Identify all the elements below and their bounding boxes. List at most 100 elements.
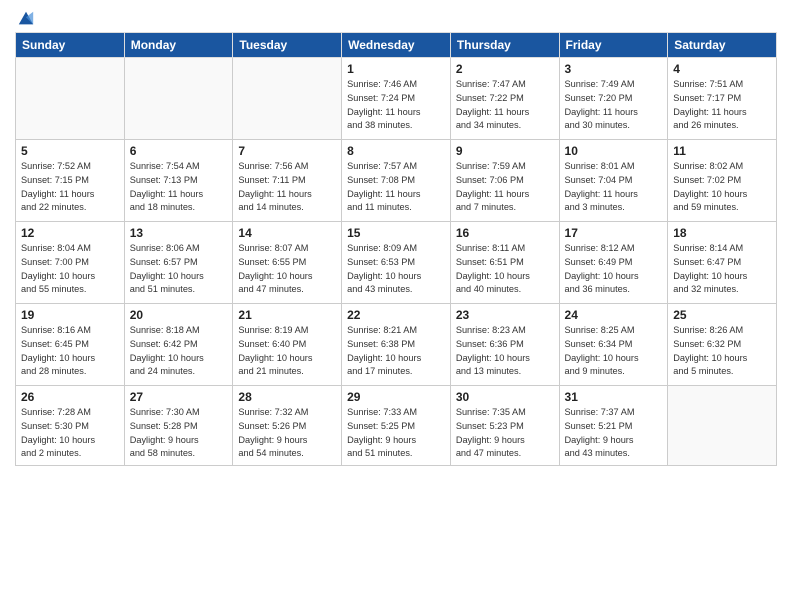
day-info: Sunrise: 7:52 AMSunset: 7:15 PMDaylight:… [21, 160, 119, 215]
day-info: Sunrise: 7:35 AMSunset: 5:23 PMDaylight:… [456, 406, 554, 461]
day-number: 21 [238, 308, 336, 322]
weekday-header-row: SundayMondayTuesdayWednesdayThursdayFrid… [16, 33, 777, 58]
day-info: Sunrise: 8:09 AMSunset: 6:53 PMDaylight:… [347, 242, 445, 297]
week-row-3: 12 Sunrise: 8:04 AMSunset: 7:00 PMDayligh… [16, 222, 777, 304]
day-info: Sunrise: 7:59 AMSunset: 7:06 PMDaylight:… [456, 160, 554, 215]
day-number: 3 [565, 62, 663, 76]
week-row-1: 1Sunrise: 7:46 AMSunset: 7:24 PMDaylight… [16, 58, 777, 140]
day-info: Sunrise: 7:47 AMSunset: 7:22 PMDaylight:… [456, 78, 554, 133]
weekday-header-saturday: Saturday [668, 33, 777, 58]
day-number: 1 [347, 62, 445, 76]
day-info: Sunrise: 8:18 AMSunset: 6:42 PMDaylight:… [130, 324, 228, 379]
day-number: 19 [21, 308, 119, 322]
day-info: Sunrise: 8:25 AMSunset: 6:34 PMDaylight:… [565, 324, 663, 379]
logo-icon [17, 10, 35, 28]
header [15, 10, 777, 24]
calendar-cell: 1Sunrise: 7:46 AMSunset: 7:24 PMDaylight… [342, 58, 451, 140]
day-info: Sunrise: 8:19 AMSunset: 6:40 PMDaylight:… [238, 324, 336, 379]
day-info: Sunrise: 8:07 AMSunset: 6:55 PMDaylight:… [238, 242, 336, 297]
calendar-cell: 5 Sunrise: 7:52 AMSunset: 7:15 PMDaylight… [16, 140, 125, 222]
calendar-cell: 21 Sunrise: 8:19 AMSunset: 6:40 PMDayligh… [233, 304, 342, 386]
day-info: Sunrise: 8:14 AMSunset: 6:47 PMDaylight:… [673, 242, 771, 297]
day-info: Sunrise: 7:51 AMSunset: 7:17 PMDaylight:… [673, 78, 771, 133]
day-number: 17 [565, 226, 663, 240]
week-row-2: 5 Sunrise: 7:52 AMSunset: 7:15 PMDaylight… [16, 140, 777, 222]
calendar-cell: 25Sunrise: 8:26 AMSunset: 6:32 PMDayligh… [668, 304, 777, 386]
calendar-cell: 2Sunrise: 7:47 AMSunset: 7:22 PMDaylight… [450, 58, 559, 140]
calendar-cell [124, 58, 233, 140]
day-info: Sunrise: 7:30 AMSunset: 5:28 PMDaylight:… [130, 406, 228, 461]
calendar: SundayMondayTuesdayWednesdayThursdayFrid… [15, 32, 777, 466]
calendar-cell: 26 Sunrise: 7:28 AMSunset: 5:30 PMDayligh… [16, 386, 125, 466]
weekday-header-sunday: Sunday [16, 33, 125, 58]
day-number: 11 [673, 144, 771, 158]
calendar-cell [668, 386, 777, 466]
day-number: 27 [130, 390, 228, 404]
calendar-cell: 10 Sunrise: 8:01 AMSunset: 7:04 PMDayligh… [559, 140, 668, 222]
calendar-cell: 13 Sunrise: 8:06 AMSunset: 6:57 PMDayligh… [124, 222, 233, 304]
day-info: Sunrise: 7:54 AMSunset: 7:13 PMDaylight:… [130, 160, 228, 215]
day-number: 30 [456, 390, 554, 404]
calendar-cell: 23Sunrise: 8:23 AMSunset: 6:36 PMDayligh… [450, 304, 559, 386]
calendar-cell [16, 58, 125, 140]
day-number: 5 [21, 144, 119, 158]
day-number: 10 [565, 144, 663, 158]
day-info: Sunrise: 7:37 AMSunset: 5:21 PMDaylight:… [565, 406, 663, 461]
calendar-cell: 18 Sunrise: 8:14 AMSunset: 6:47 PMDayligh… [668, 222, 777, 304]
calendar-cell: 3 Sunrise: 7:49 AMSunset: 7:20 PMDaylight… [559, 58, 668, 140]
day-info: Sunrise: 8:16 AMSunset: 6:45 PMDaylight:… [21, 324, 119, 379]
day-number: 26 [21, 390, 119, 404]
day-number: 22 [347, 308, 445, 322]
calendar-cell: 19 Sunrise: 8:16 AMSunset: 6:45 PMDayligh… [16, 304, 125, 386]
day-number: 14 [238, 226, 336, 240]
calendar-cell: 17 Sunrise: 8:12 AMSunset: 6:49 PMDayligh… [559, 222, 668, 304]
day-info: Sunrise: 8:11 AMSunset: 6:51 PMDaylight:… [456, 242, 554, 297]
logo [15, 10, 35, 24]
calendar-cell: 12 Sunrise: 8:04 AMSunset: 7:00 PMDayligh… [16, 222, 125, 304]
day-info: Sunrise: 8:02 AMSunset: 7:02 PMDaylight:… [673, 160, 771, 215]
calendar-cell: 28Sunrise: 7:32 AMSunset: 5:26 PMDayligh… [233, 386, 342, 466]
day-number: 13 [130, 226, 228, 240]
day-number: 18 [673, 226, 771, 240]
calendar-cell: 29 Sunrise: 7:33 AMSunset: 5:25 PMDayligh… [342, 386, 451, 466]
weekday-header-wednesday: Wednesday [342, 33, 451, 58]
weekday-header-thursday: Thursday [450, 33, 559, 58]
day-info: Sunrise: 7:49 AMSunset: 7:20 PMDaylight:… [565, 78, 663, 133]
day-number: 29 [347, 390, 445, 404]
weekday-header-tuesday: Tuesday [233, 33, 342, 58]
day-number: 12 [21, 226, 119, 240]
calendar-cell: 11 Sunrise: 8:02 AMSunset: 7:02 PMDayligh… [668, 140, 777, 222]
calendar-cell: 7Sunrise: 7:56 AMSunset: 7:11 PMDaylight… [233, 140, 342, 222]
calendar-cell: 15 Sunrise: 8:09 AMSunset: 6:53 PMDayligh… [342, 222, 451, 304]
day-info: Sunrise: 7:57 AMSunset: 7:08 PMDaylight:… [347, 160, 445, 215]
calendar-cell: 31 Sunrise: 7:37 AMSunset: 5:21 PMDayligh… [559, 386, 668, 466]
day-number: 25 [673, 308, 771, 322]
calendar-cell: 30 Sunrise: 7:35 AMSunset: 5:23 PMDayligh… [450, 386, 559, 466]
day-info: Sunrise: 8:01 AMSunset: 7:04 PMDaylight:… [565, 160, 663, 215]
calendar-cell: 24 Sunrise: 8:25 AMSunset: 6:34 PMDayligh… [559, 304, 668, 386]
day-number: 8 [347, 144, 445, 158]
day-number: 7 [238, 144, 336, 158]
week-row-5: 26 Sunrise: 7:28 AMSunset: 5:30 PMDayligh… [16, 386, 777, 466]
day-info: Sunrise: 8:21 AMSunset: 6:38 PMDaylight:… [347, 324, 445, 379]
calendar-cell: 20 Sunrise: 8:18 AMSunset: 6:42 PMDayligh… [124, 304, 233, 386]
day-number: 31 [565, 390, 663, 404]
day-info: Sunrise: 7:33 AMSunset: 5:25 PMDaylight:… [347, 406, 445, 461]
calendar-cell: 6Sunrise: 7:54 AMSunset: 7:13 PMDaylight… [124, 140, 233, 222]
day-number: 4 [673, 62, 771, 76]
weekday-header-friday: Friday [559, 33, 668, 58]
day-number: 15 [347, 226, 445, 240]
day-info: Sunrise: 7:32 AMSunset: 5:26 PMDaylight:… [238, 406, 336, 461]
calendar-cell [233, 58, 342, 140]
calendar-cell: 16Sunrise: 8:11 AMSunset: 6:51 PMDayligh… [450, 222, 559, 304]
calendar-cell: 27 Sunrise: 7:30 AMSunset: 5:28 PMDayligh… [124, 386, 233, 466]
day-number: 9 [456, 144, 554, 158]
day-info: Sunrise: 8:23 AMSunset: 6:36 PMDaylight:… [456, 324, 554, 379]
day-number: 24 [565, 308, 663, 322]
day-number: 20 [130, 308, 228, 322]
calendar-cell: 8 Sunrise: 7:57 AMSunset: 7:08 PMDaylight… [342, 140, 451, 222]
day-info: Sunrise: 8:06 AMSunset: 6:57 PMDaylight:… [130, 242, 228, 297]
day-info: Sunrise: 7:28 AMSunset: 5:30 PMDaylight:… [21, 406, 119, 461]
day-info: Sunrise: 8:12 AMSunset: 6:49 PMDaylight:… [565, 242, 663, 297]
day-info: Sunrise: 8:04 AMSunset: 7:00 PMDaylight:… [21, 242, 119, 297]
